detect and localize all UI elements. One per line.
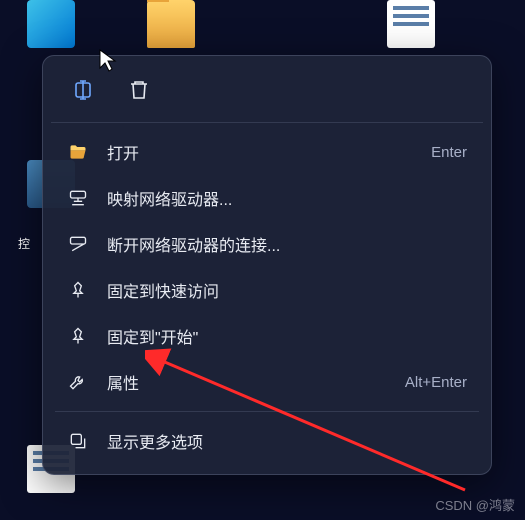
document-icon bbox=[387, 0, 435, 48]
wrench-icon bbox=[67, 371, 89, 393]
menu-item-label: 映射网络驱动器... bbox=[107, 186, 467, 210]
desktop-icon-document[interactable] bbox=[375, 0, 447, 52]
more-options-icon bbox=[67, 430, 89, 452]
menu-item-label: 显示更多选项 bbox=[107, 429, 467, 453]
context-menu-top-actions bbox=[51, 66, 483, 123]
pin-icon bbox=[67, 279, 89, 301]
menu-item-label: 属性 bbox=[107, 370, 387, 394]
menu-item-open[interactable]: 打开 Enter bbox=[51, 129, 483, 175]
context-menu: 打开 Enter 映射网络驱动器... 断开网络驱动器的连接... 固定到快速访… bbox=[42, 55, 492, 475]
trash-icon bbox=[127, 78, 151, 102]
menu-item-label: 断开网络驱动器的连接... bbox=[107, 232, 467, 256]
menu-item-pin-to-quick-access[interactable]: 固定到快速访问 bbox=[51, 267, 483, 313]
folder-open-icon bbox=[67, 141, 89, 163]
monitor-icon bbox=[27, 0, 75, 48]
menu-item-show-more-options[interactable]: 显示更多选项 bbox=[51, 418, 483, 464]
menu-item-disconnect-network-drive[interactable]: 断开网络驱动器的连接... bbox=[51, 221, 483, 267]
desktop-icon-folder[interactable] bbox=[135, 0, 207, 52]
menu-item-pin-to-start[interactable]: 固定到"开始" bbox=[51, 313, 483, 359]
network-drive-icon bbox=[67, 187, 89, 209]
menu-separator bbox=[55, 411, 479, 412]
delete-button[interactable] bbox=[121, 72, 157, 108]
watermark: CSDN @鸿蒙 bbox=[435, 495, 515, 514]
menu-item-label: 打开 bbox=[107, 140, 413, 164]
pin-start-icon bbox=[67, 325, 89, 347]
folder-icon bbox=[147, 0, 195, 48]
menu-item-shortcut: Alt+Enter bbox=[405, 374, 467, 391]
menu-item-label: 固定到"开始" bbox=[107, 324, 467, 348]
disconnect-drive-icon bbox=[67, 233, 89, 255]
menu-item-shortcut: Enter bbox=[431, 144, 467, 161]
desktop-icon-label-fragment: 控 bbox=[18, 235, 30, 252]
desktop-icon-this-pc[interactable] bbox=[15, 0, 87, 52]
rename-icon bbox=[73, 78, 97, 102]
menu-item-properties[interactable]: 属性 Alt+Enter bbox=[51, 359, 483, 405]
menu-item-map-network-drive[interactable]: 映射网络驱动器... bbox=[51, 175, 483, 221]
rename-button[interactable] bbox=[67, 72, 103, 108]
menu-item-label: 固定到快速访问 bbox=[107, 278, 467, 302]
